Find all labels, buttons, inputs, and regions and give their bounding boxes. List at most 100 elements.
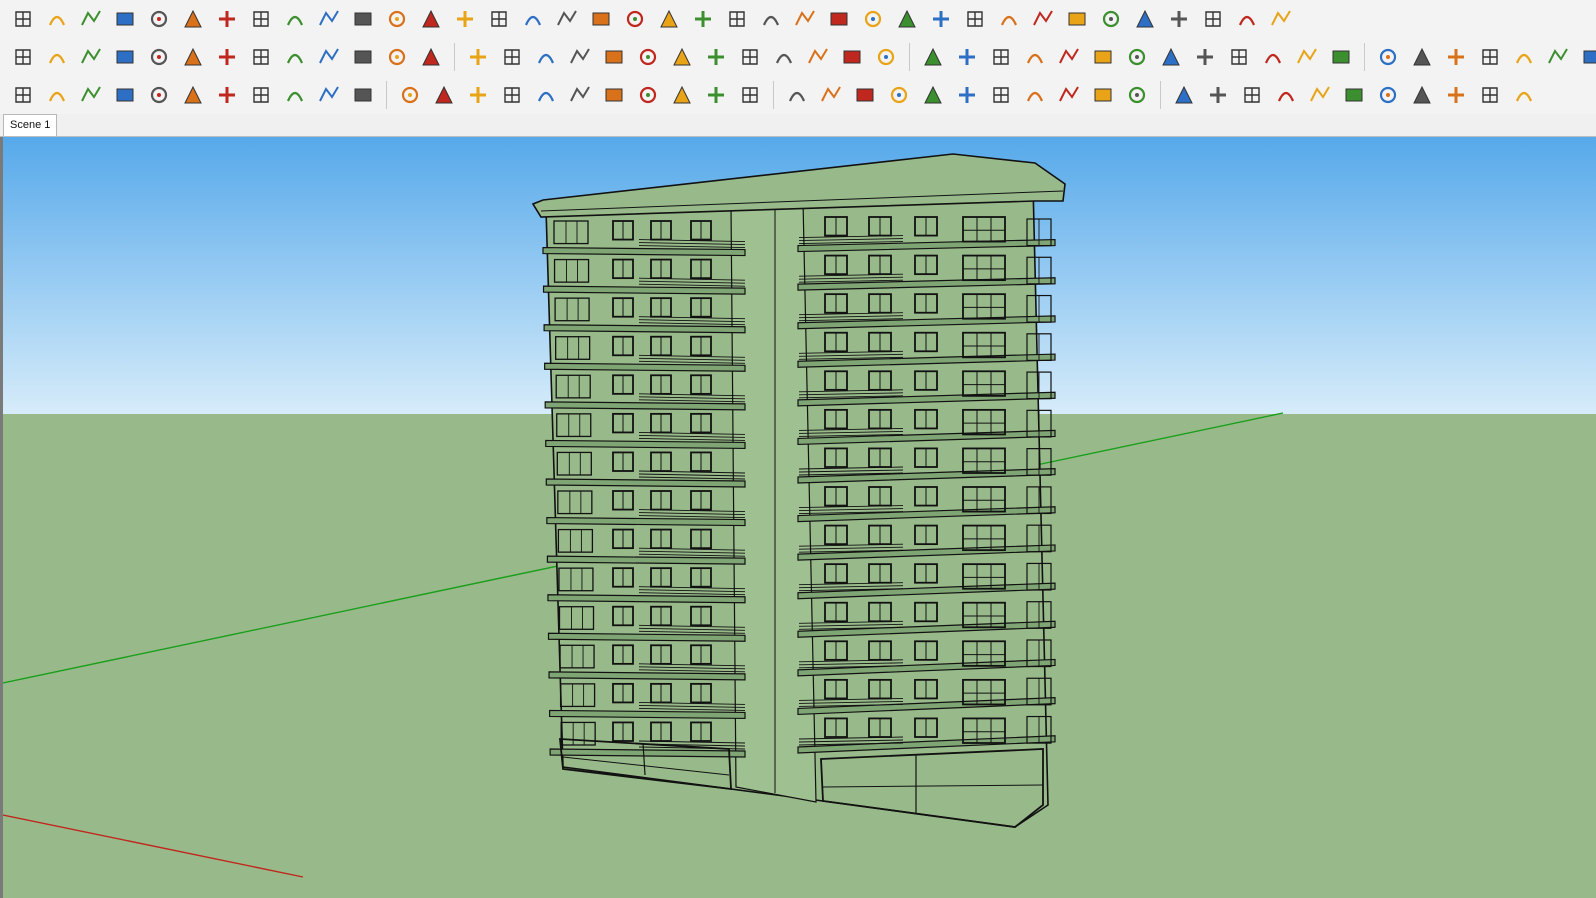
ellipse-icon[interactable] [633, 80, 663, 110]
scatter-icon[interactable] [871, 42, 901, 72]
curve-array-icon[interactable] [1164, 4, 1194, 34]
roof-icon[interactable] [858, 4, 888, 34]
scene-tab[interactable]: Scene 1 [3, 114, 58, 136]
align-left-icon[interactable] [884, 80, 914, 110]
box-diagonal-icon[interactable] [1088, 80, 1118, 110]
n-curve-icon[interactable] [178, 80, 208, 110]
freehand-line-icon[interactable] [8, 4, 38, 34]
cube-array-icon[interactable] [1054, 42, 1084, 72]
table-blue-icon[interactable] [1237, 80, 1267, 110]
dash-remove-icon[interactable] [1054, 80, 1084, 110]
arc-green-icon[interactable] [246, 80, 276, 110]
bezier-icon[interactable] [76, 80, 106, 110]
fold-icon[interactable] [654, 4, 684, 34]
orange-curve-icon[interactable] [178, 42, 208, 72]
tape-measure-icon[interactable] [1326, 42, 1356, 72]
red-blocks-icon[interactable] [952, 42, 982, 72]
rotate-tool-icon[interactable] [42, 4, 72, 34]
scale-down-icon[interactable] [850, 80, 880, 110]
zigzag-icon[interactable] [395, 80, 425, 110]
building-grid-icon[interactable] [1305, 80, 1335, 110]
arc-points-icon[interactable] [1258, 42, 1288, 72]
red-square-icon[interactable] [212, 42, 242, 72]
dimension-icon[interactable] [1373, 42, 1403, 72]
grid-yellow-icon[interactable] [1122, 42, 1152, 72]
green-cross-icon[interactable] [497, 42, 527, 72]
flag-icon[interactable] [280, 42, 310, 72]
rectangle-icon[interactable] [280, 80, 310, 110]
knife-icon[interactable] [382, 4, 412, 34]
stairs-icon[interactable] [756, 4, 786, 34]
offset-curve-icon[interactable] [382, 42, 412, 72]
align-remove-icon[interactable] [952, 80, 982, 110]
undo-curve-icon[interactable] [837, 42, 867, 72]
grid-panel-icon[interactable] [1028, 4, 1058, 34]
red-plane-icon[interactable] [110, 42, 140, 72]
wrench-icon[interactable] [599, 80, 629, 110]
hand-icon[interactable] [586, 4, 616, 34]
fillet-icon[interactable] [314, 4, 344, 34]
group-blocks-icon[interactable] [1292, 42, 1322, 72]
grid-orange2-icon[interactable] [1190, 42, 1220, 72]
arc-icon[interactable] [348, 80, 378, 110]
fence-icon[interactable] [1096, 4, 1126, 34]
spring-icon[interactable] [518, 4, 548, 34]
mesh-icon[interactable] [552, 4, 582, 34]
line-icon[interactable] [531, 80, 561, 110]
select-component-icon[interactable] [782, 80, 812, 110]
scales-icon[interactable] [1577, 42, 1596, 72]
slat-icon[interactable] [1062, 4, 1092, 34]
solid-cut-icon[interactable] [1509, 42, 1539, 72]
green-cone-icon[interactable] [565, 42, 595, 72]
link-icon[interactable] [348, 42, 378, 72]
red-tag-icon[interactable] [1020, 42, 1050, 72]
scale-up-icon[interactable] [816, 80, 846, 110]
hatch-icon[interactable] [892, 4, 922, 34]
bucket-icon[interactable] [803, 42, 833, 72]
dome-icon[interactable] [1373, 80, 1403, 110]
box-grid-icon[interactable] [1122, 80, 1152, 110]
solid-shell-icon[interactable] [1475, 42, 1505, 72]
curve-tool-icon[interactable] [416, 4, 446, 34]
warning-icon[interactable] [633, 42, 663, 72]
cone-icon[interactable] [484, 4, 514, 34]
paint-cursor-icon[interactable] [1407, 42, 1437, 72]
polyline-icon[interactable] [110, 80, 140, 110]
box-hatch-icon[interactable] [1169, 80, 1199, 110]
louvre-icon[interactable] [994, 4, 1024, 34]
slice-stack-icon[interactable] [688, 4, 718, 34]
hook-curve-icon[interactable] [429, 80, 459, 110]
rake-icon[interactable] [1198, 4, 1228, 34]
box-x-icon[interactable] [1271, 80, 1301, 110]
sweep-icon[interactable] [1232, 4, 1262, 34]
layers-icon[interactable] [701, 80, 731, 110]
building-texture-icon[interactable] [1339, 80, 1369, 110]
house-icon[interactable] [1266, 4, 1296, 34]
blue-cross-icon[interactable] [531, 42, 561, 72]
rotate-arrows-icon[interactable] [735, 42, 765, 72]
surface-icon[interactable] [620, 4, 650, 34]
red-arc-icon[interactable] [497, 80, 527, 110]
box-icon[interactable] [212, 4, 242, 34]
circle-icon[interactable] [314, 80, 344, 110]
yellow-plane-icon[interactable] [42, 42, 72, 72]
curve-right-icon[interactable] [463, 80, 493, 110]
gear-shape-icon[interactable] [110, 4, 140, 34]
split-tool-icon[interactable] [76, 4, 106, 34]
house-green-icon[interactable] [735, 80, 765, 110]
3d-viewport[interactable] [0, 137, 1596, 898]
triangle-icon[interactable] [667, 80, 697, 110]
solid-wedge-icon[interactable] [1441, 42, 1471, 72]
explode-icon[interactable] [986, 42, 1016, 72]
table-icon[interactable] [1203, 80, 1233, 110]
lasso-icon[interactable] [280, 4, 310, 34]
yellow-hook-icon[interactable] [667, 42, 697, 72]
cut-shape-icon[interactable] [246, 4, 276, 34]
copy-icon[interactable] [1441, 80, 1471, 110]
blade-icon[interactable] [722, 4, 752, 34]
checker-icon[interactable] [1407, 80, 1437, 110]
move-cross-icon[interactable] [1509, 80, 1539, 110]
squiggle-icon[interactable] [144, 80, 174, 110]
section-lines-icon[interactable] [246, 42, 276, 72]
model-canvas[interactable] [3, 137, 1596, 898]
